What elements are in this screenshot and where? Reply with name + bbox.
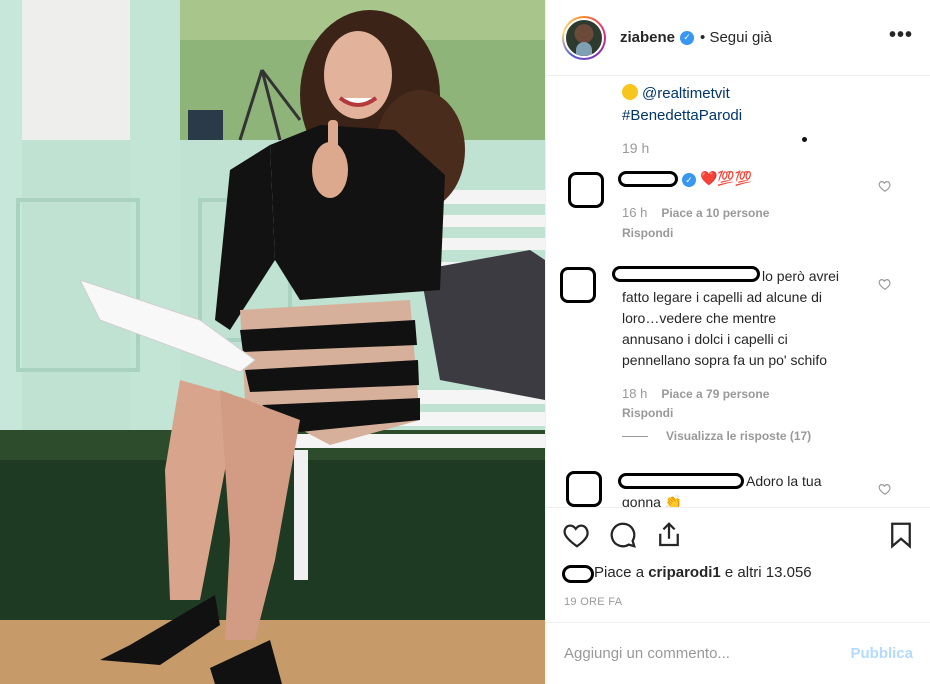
follow-status[interactable]: • Segui già (700, 29, 772, 46)
smiley-emoji-icon (622, 84, 638, 100)
like-comment-heart-icon[interactable] (878, 179, 892, 193)
comment-text-line: pennellano sopra fa un po' schifo (622, 352, 828, 368)
verified-badge-icon: ✓ (682, 173, 696, 187)
avatar-image (564, 17, 604, 58)
comment-text: ❤️💯💯 (700, 170, 753, 186)
publish-button[interactable]: Pubblica (850, 645, 913, 662)
post-header: ziabene ✓ • Segui già ••• (546, 0, 930, 76)
liker-avatar-redacted[interactable] (562, 565, 594, 583)
comment-username-redacted[interactable] (618, 171, 678, 187)
share-icon[interactable] (654, 520, 684, 550)
comment-text-line: Adoro la tua (746, 473, 822, 489)
comment-likes[interactable]: Piace a 10 persone (661, 206, 769, 220)
post-photo[interactable] (0, 0, 545, 684)
comment-text-line: loro…vedere che mentre (622, 310, 777, 326)
comment-text-line: gonna 👏 (622, 494, 683, 507)
username-link[interactable]: ziabene (620, 29, 675, 46)
comment-username-redacted[interactable] (618, 473, 744, 489)
likes-summary[interactable]: Piace a criparodi1 e altri 13.056 (594, 564, 812, 581)
post-time-ago: 19 ORE FA (564, 596, 623, 608)
like-heart-icon[interactable] (562, 520, 592, 550)
likes-prefix: Piace a (594, 564, 645, 581)
add-comment-bar: Pubblica (546, 622, 930, 684)
comment-text-line: fatto legare i capelli ad alcune di (622, 289, 823, 305)
reply-button[interactable]: Rispondi (622, 226, 673, 240)
comment-text-line: lo però avrei (762, 268, 840, 284)
comment-likes[interactable]: Piace a 79 persone (661, 387, 769, 401)
post-actions: Piace a criparodi1 e altri 13.056 19 ORE… (546, 507, 930, 619)
bookmark-icon[interactable] (886, 520, 916, 550)
comment-avatar-redacted[interactable] (560, 267, 596, 303)
comment-username-redacted[interactable] (612, 266, 760, 282)
comment-text-line: annusano i dolci i capelli ci (622, 331, 788, 347)
like-comment-heart-icon[interactable] (878, 277, 892, 291)
profile-avatar[interactable] (562, 15, 606, 60)
comment-meta: 16 h Piace a 10 persone (622, 205, 769, 220)
comment-timestamp: 16 h (622, 205, 648, 220)
like-comment-heart-icon[interactable] (878, 482, 892, 496)
caption-hashtag[interactable]: #BenedettaParodi (622, 105, 742, 127)
likes-others-count[interactable]: e altri 13.056 (725, 564, 812, 581)
ellipsis-icon[interactable]: ••• (889, 24, 913, 47)
stray-dot (802, 137, 807, 142)
comment-bubble-icon[interactable] (608, 520, 638, 550)
view-replies-link[interactable]: Visualizza le risposte (17) (622, 429, 811, 443)
comment-meta: 18 h Piace a 79 persone (622, 386, 769, 401)
photo-illustration (0, 0, 545, 684)
liked-by-user[interactable]: criparodi1 (648, 564, 721, 581)
post-side-panel: ziabene ✓ • Segui già ••• @realtimetvit … (545, 0, 930, 684)
caption-text: @realtimetvit #BenedettaParodi (622, 83, 742, 127)
comment-avatar-redacted[interactable] (566, 471, 602, 507)
verified-badge-icon: ✓ (680, 30, 695, 45)
reply-button[interactable]: Rispondi (622, 406, 673, 420)
caption-mention[interactable]: @realtimetvit (642, 85, 730, 102)
comment-input[interactable] (564, 645, 851, 662)
comment-timestamp: 18 h (622, 386, 648, 401)
comment-avatar-redacted[interactable] (568, 172, 604, 208)
caption-timestamp: 19 h (622, 140, 650, 156)
comments-list[interactable]: @realtimetvit #BenedettaParodi 19 h ✓ ❤️… (546, 77, 930, 507)
